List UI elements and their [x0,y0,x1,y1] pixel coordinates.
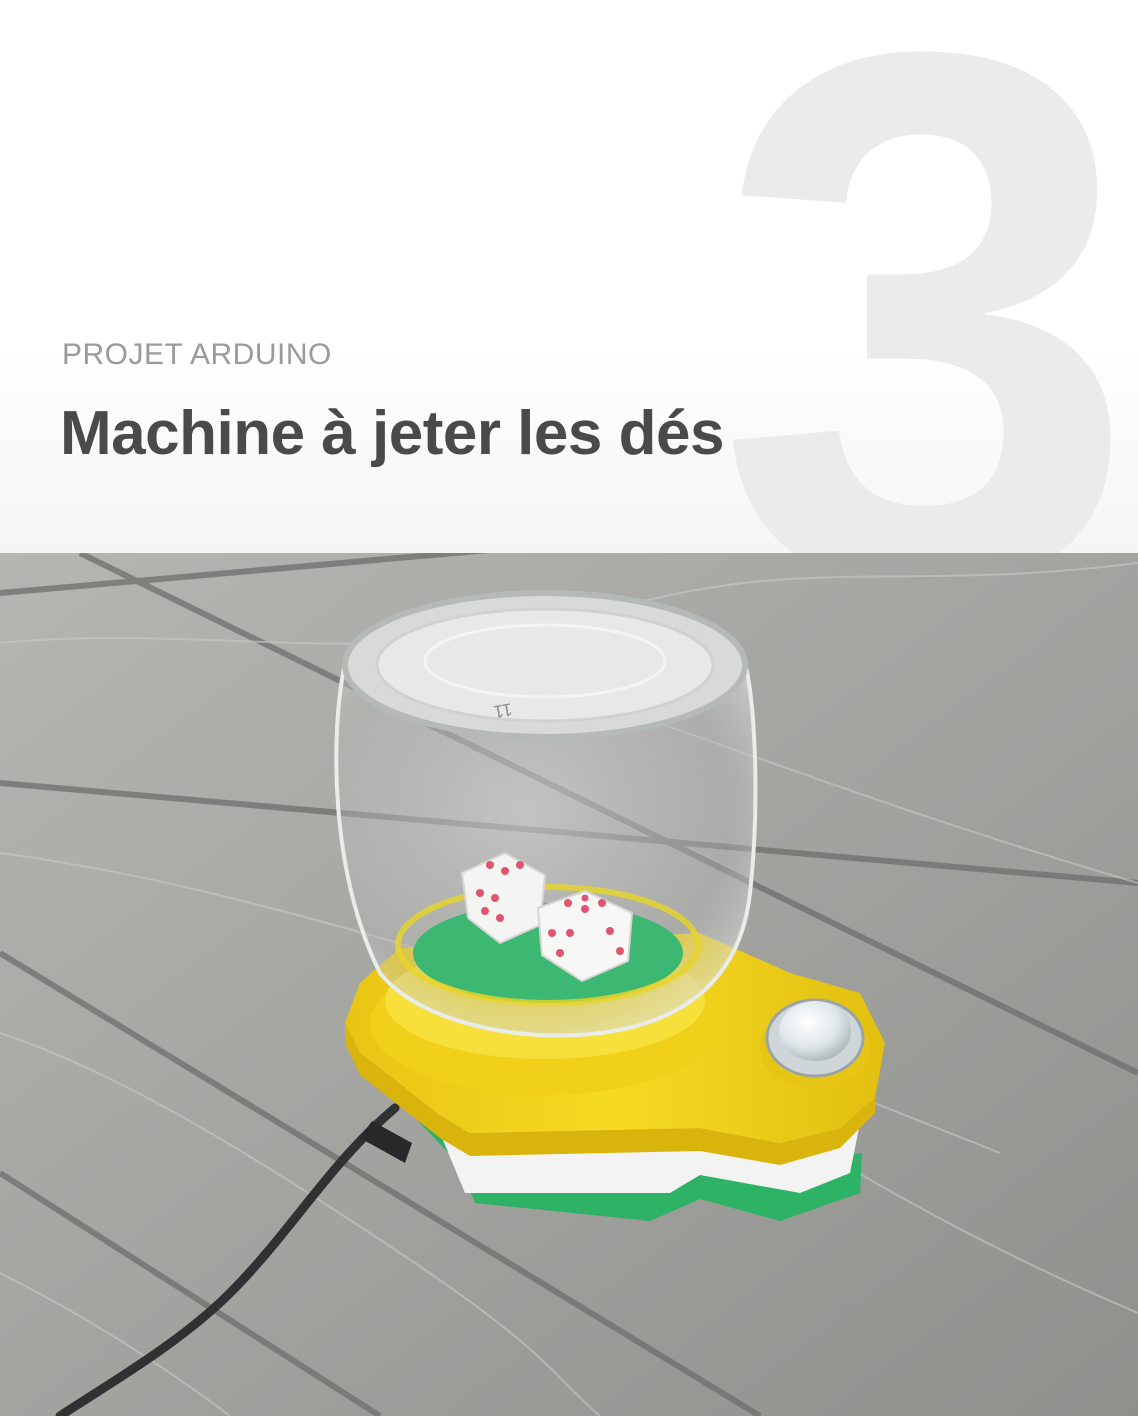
chapter-title: Machine à jeter les dés [60,399,724,468]
chapter-header: 3 PROJET ARDUINO Machine à jeter les dés [0,0,1138,553]
project-photo: 11 [0,553,1138,1416]
dice-machine-photo: 11 [0,553,1138,1416]
arcade-button-cap [779,1001,851,1061]
chapter-kicker: PROJET ARDUINO [62,338,332,371]
chapter-page: 3 PROJET ARDUINO Machine à jeter les dés [0,0,1138,1416]
jar-marking: 11 [492,699,514,722]
chapter-number: 3 [715,0,1138,553]
